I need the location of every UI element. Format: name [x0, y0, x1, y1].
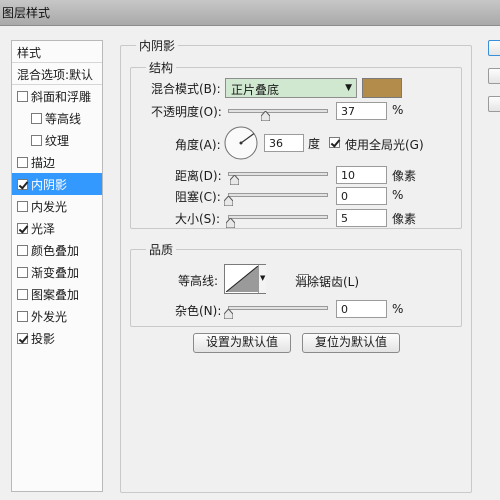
style-item-label: 投影	[31, 331, 56, 346]
distance-slider-thumb[interactable]	[230, 175, 239, 185]
style-item[interactable]: 投影	[12, 327, 102, 349]
style-item-label: 颜色叠加	[31, 243, 80, 258]
angle-label: 角度(A):	[175, 138, 221, 152]
style-item[interactable]: 图案叠加	[12, 283, 102, 305]
contour-preview-icon	[226, 266, 258, 292]
choke-slider-thumb[interactable]	[224, 196, 233, 206]
style-item-label: 图案叠加	[31, 287, 80, 302]
style-item[interactable]: 纹理	[12, 129, 102, 151]
style-item-label: 纹理	[45, 133, 70, 148]
style-item-checkbox[interactable]	[17, 266, 28, 278]
ok-button[interactable]	[488, 40, 500, 56]
style-item-checkbox[interactable]	[17, 244, 28, 256]
style-item-checkbox[interactable]	[17, 332, 28, 344]
global-light-checkbox[interactable]	[329, 137, 340, 148]
title-bar[interactable]: 图层样式	[0, 0, 500, 26]
style-item-checkbox[interactable]	[17, 288, 28, 300]
style-item-label: 描边	[31, 155, 56, 170]
angle-input[interactable]: 36	[264, 134, 304, 152]
style-item-label: 等高线	[45, 111, 82, 126]
choke-unit: %	[392, 188, 404, 202]
style-item-label: 内发光	[31, 199, 68, 214]
size-input[interactable]: 5	[336, 209, 387, 227]
distance-unit: 像素	[392, 169, 417, 183]
style-item-checkbox[interactable]	[31, 134, 42, 146]
style-item[interactable]: 描边	[12, 151, 102, 173]
blend-options-item[interactable]: 混合选项:默认	[12, 63, 102, 85]
size-slider[interactable]	[228, 215, 328, 219]
style-item-checkbox[interactable]	[31, 112, 42, 124]
style-item[interactable]: 渐变叠加	[12, 261, 102, 283]
style-item-checkbox[interactable]	[17, 156, 28, 168]
style-item-checkbox[interactable]	[17, 200, 28, 212]
chevron-down-icon: ▼	[345, 83, 352, 93]
style-item[interactable]: 等高线	[12, 107, 102, 129]
structure-title: 结构	[146, 59, 177, 76]
contour-label: 等高线:	[178, 274, 219, 288]
size-label: 大小(S):	[175, 212, 221, 226]
opacity-unit: %	[392, 103, 404, 117]
chevron-down-icon: ▼	[260, 274, 266, 282]
opacity-label: 不透明度(O):	[151, 105, 222, 119]
style-list-header[interactable]: 样式	[12, 41, 102, 63]
opacity-slider[interactable]	[228, 109, 328, 113]
noise-label: 杂色(N):	[175, 304, 222, 318]
reset-default-button[interactable]: 复位为默认值	[302, 333, 400, 353]
contour-dropdown-arrow[interactable]: ▼	[258, 265, 266, 293]
make-default-button[interactable]: 设置为默认值	[193, 333, 291, 353]
noise-input[interactable]: 0	[336, 300, 387, 318]
blend-mode-value: 正片叠底	[231, 83, 280, 97]
size-unit: 像素	[392, 212, 417, 226]
style-item[interactable]: 颜色叠加	[12, 239, 102, 261]
angle-unit: 度	[308, 137, 321, 151]
choke-slider[interactable]	[228, 193, 328, 197]
blend-mode-label: 混合模式(B):	[151, 82, 221, 96]
style-item[interactable]: 光泽	[12, 217, 102, 239]
choke-input[interactable]: 0	[336, 187, 387, 205]
opacity-input[interactable]: 37	[336, 102, 387, 120]
distance-input[interactable]: 10	[336, 166, 387, 184]
style-item-checkbox[interactable]	[17, 178, 28, 190]
cancel-button[interactable]	[488, 68, 500, 84]
size-slider-thumb[interactable]	[226, 218, 235, 228]
blend-mode-select[interactable]: 正片叠底 ▼	[225, 78, 357, 98]
style-item-label: 内阴影	[31, 177, 68, 192]
inner-shadow-title: 内阴影	[136, 37, 179, 54]
style-item-label: 渐变叠加	[31, 265, 80, 280]
antialias-label: 消除锯齿(L)	[295, 275, 360, 289]
global-light-label: 使用全局光(G)	[345, 138, 424, 152]
style-item[interactable]: 外发光	[12, 305, 102, 327]
style-item[interactable]: 内阴影	[12, 173, 102, 195]
noise-unit: %	[392, 302, 404, 316]
new-style-button[interactable]	[488, 96, 500, 112]
style-item-checkbox[interactable]	[17, 310, 28, 322]
contour-picker[interactable]: ▼	[224, 264, 266, 294]
distance-slider[interactable]	[228, 172, 328, 176]
style-item-checkbox[interactable]	[17, 222, 28, 234]
style-item[interactable]: 内发光	[12, 195, 102, 217]
window-title: 图层样式	[2, 6, 51, 20]
style-item-checkbox[interactable]	[17, 90, 28, 102]
quality-title: 品质	[146, 241, 177, 258]
shadow-color-swatch[interactable]	[362, 78, 402, 98]
style-list: 样式 混合选项:默认 斜面和浮雕等高线纹理描边内阴影内发光光泽颜色叠加渐变叠加图…	[11, 40, 103, 492]
noise-slider-thumb[interactable]	[224, 309, 233, 319]
angle-dial[interactable]	[223, 125, 259, 161]
style-item-label: 光泽	[31, 221, 56, 236]
distance-label: 距离(D):	[175, 169, 222, 183]
style-item-label: 斜面和浮雕	[31, 89, 92, 104]
opacity-slider-thumb[interactable]	[261, 111, 270, 121]
style-item[interactable]: 斜面和浮雕	[12, 85, 102, 107]
noise-slider[interactable]	[228, 306, 328, 310]
style-item-label: 外发光	[31, 309, 68, 324]
choke-label: 阻塞(C):	[175, 190, 221, 204]
